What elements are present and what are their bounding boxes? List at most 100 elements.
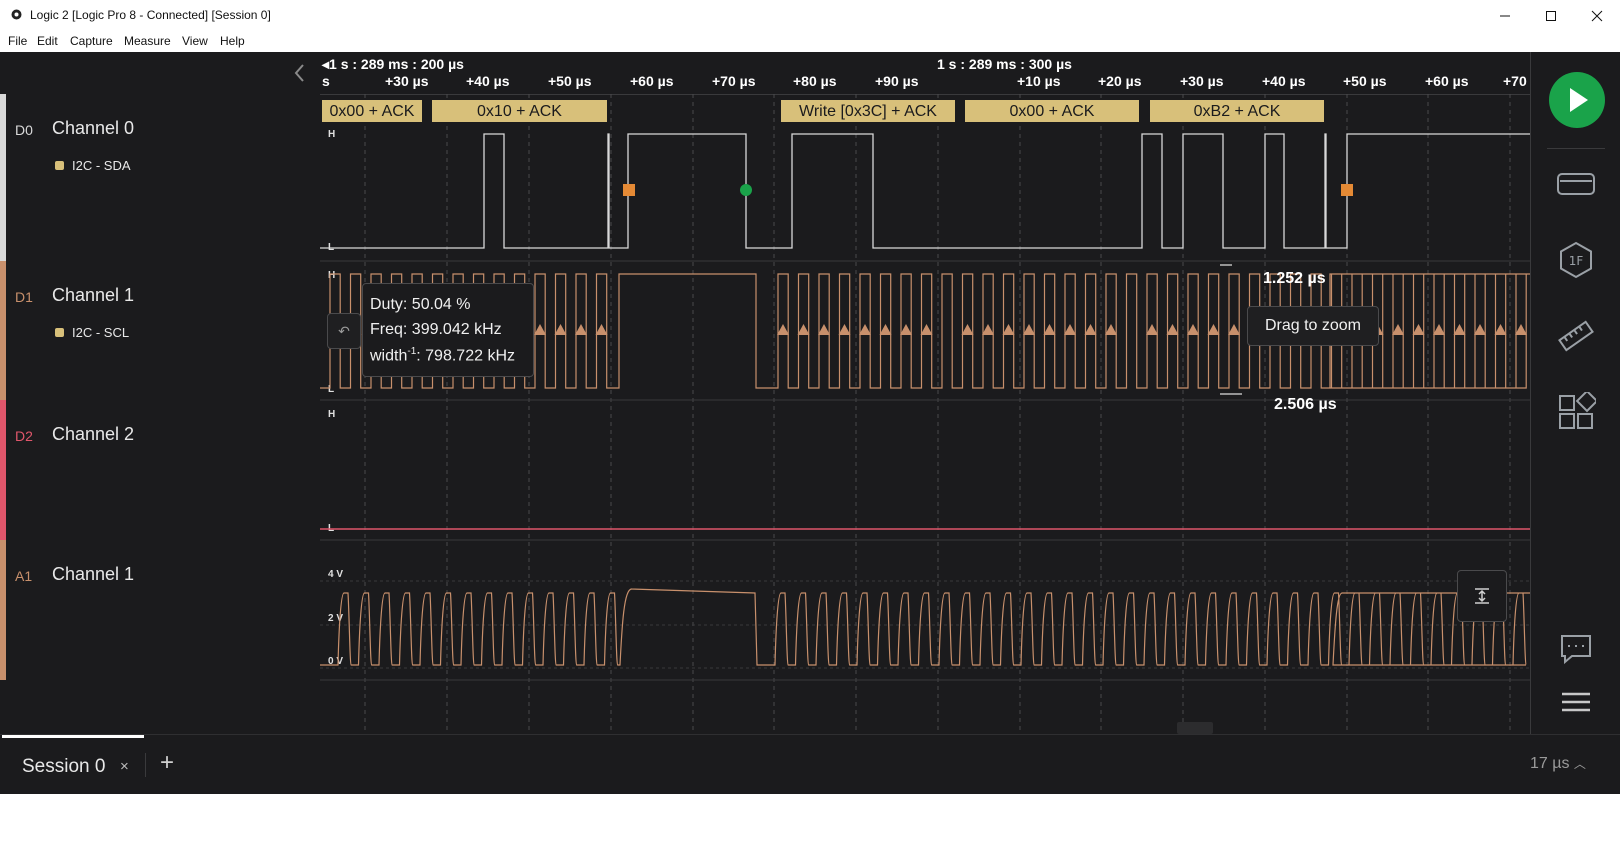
timeline-tick-label: +30 µs: [1180, 73, 1224, 89]
undo-icon: ↶: [338, 322, 350, 339]
i2c-stop-marker: [623, 184, 635, 196]
channel-name[interactable]: Channel 1: [52, 285, 134, 306]
window-title: Logic 2 [Logic Pro 8 - Connected] [Sessi…: [30, 8, 271, 22]
analyzer-name: I2C - SDA: [72, 158, 131, 173]
clock-edge-marker: [1064, 324, 1076, 335]
hamburger-menu-icon[interactable]: [1556, 682, 1596, 722]
clock-edge-marker: [982, 324, 994, 335]
timeline-tick-label: +90 µs: [875, 73, 919, 89]
clock-edge-marker: [818, 324, 830, 335]
timeline-ruler[interactable]: ◂1 s : 289 ms : 200 µs 1 s : 289 ms : 300…: [0, 52, 1530, 95]
channel-row-d1[interactable]: D1 Channel 1 I2C - SCL: [0, 261, 320, 401]
clock-edge-marker: [575, 324, 587, 335]
channel-color-bar: [0, 261, 6, 400]
clock-edge-marker: [797, 324, 810, 335]
timeline-tick-label: +70 µs: [712, 73, 756, 89]
menu-view[interactable]: View: [182, 34, 208, 48]
tooltip-freq: Freq: 399.042 kHz: [370, 321, 502, 338]
menu-file[interactable]: File: [8, 34, 27, 48]
zoom-level[interactable]: 17 µs ︿: [1530, 755, 1586, 773]
period-measurement: 2.506 µs: [1274, 396, 1337, 413]
analyzers-icon[interactable]: 1F: [1556, 240, 1596, 280]
menu-help[interactable]: Help: [220, 34, 245, 48]
level-label: H: [328, 270, 335, 281]
start-capture-button[interactable]: [1549, 72, 1605, 128]
channel-name[interactable]: Channel 2: [52, 424, 134, 445]
tab-divider: [145, 753, 146, 777]
channel-name[interactable]: Channel 0: [52, 118, 134, 139]
session-tab-label: Session 0: [22, 756, 106, 777]
maximize-button[interactable]: [1528, 0, 1574, 31]
feedback-chat-icon[interactable]: [1556, 628, 1596, 668]
channel-name[interactable]: Channel 1: [52, 564, 134, 585]
chevron-up-icon: ︿: [1573, 757, 1586, 771]
session-tab[interactable]: Session 0 ×: [2, 735, 144, 794]
channel-row-d0[interactable]: D0 Channel 0 I2C - SDA: [0, 94, 320, 262]
right-sidebar: 1F: [1530, 52, 1620, 734]
tooltip-width-value: : 798.722 kHz: [416, 347, 515, 365]
clock-edge-marker: [1392, 324, 1404, 335]
measurement-ruler-icon[interactable]: [1556, 316, 1596, 356]
add-session-button[interactable]: +: [160, 749, 174, 777]
menu-capture[interactable]: Capture: [70, 34, 113, 48]
channel-tag: D2: [15, 428, 33, 444]
waveform-canvas[interactable]: HLHLHL4 V2 V0 V0x00 + ACK0x10 + ACKWrite…: [320, 94, 1530, 734]
clock-edge-marker: [1043, 324, 1056, 335]
channel-row-a1[interactable]: A1 Channel 1: [0, 540, 320, 681]
i2c-frame-label: 0x00 + ACK: [1010, 103, 1095, 120]
minimize-button[interactable]: [1482, 0, 1528, 31]
timeline-tick-label: +50 µs: [1343, 73, 1387, 89]
close-window-button[interactable]: [1574, 0, 1620, 31]
analyzer-label[interactable]: I2C - SCL: [55, 325, 129, 340]
clock-edge-marker: [777, 324, 789, 335]
clock-edge-marker: [920, 324, 933, 335]
clock-edge-marker: [1187, 324, 1199, 335]
undo-button[interactable]: ↶: [327, 313, 361, 349]
analog-waveform: [320, 588, 1530, 666]
channel-color-bar: [0, 400, 6, 540]
clock-edge-marker: [1228, 324, 1240, 335]
ruler-labels: ◂1 s : 289 ms : 200 µs 1 s : 289 ms : 300…: [321, 56, 1527, 89]
device-icon[interactable]: [1556, 164, 1596, 204]
analyzer-swatch: [55, 161, 64, 170]
logic2-app: Logic 2 [Logic Pro 8 - Connected] [Sessi…: [0, 0, 1620, 794]
tooltip-width-sup: -1: [407, 346, 417, 357]
i2c-frame-label: 0x10 + ACK: [477, 103, 562, 120]
horizontal-scrollbar[interactable]: [1177, 722, 1213, 734]
close-session-icon[interactable]: ×: [120, 758, 129, 775]
timeline-tick-label: +40 µs: [466, 73, 510, 89]
timeline-group-label: 1 s : 289 ms : 300 µs: [937, 56, 1072, 72]
drag-to-zoom-hint: Drag to zoom: [1247, 306, 1379, 346]
autoscale-button[interactable]: [1457, 570, 1507, 622]
chevron-left-icon[interactable]: [293, 63, 307, 83]
menu-measure[interactable]: Measure: [124, 34, 171, 48]
level-label: H: [328, 129, 335, 140]
analyzer-label[interactable]: I2C - SDA: [55, 158, 131, 173]
clock-edge-marker: [900, 324, 912, 335]
menu-bar: File Edit Capture Measure View Help: [0, 31, 1620, 53]
clock-edge-marker: [859, 324, 871, 335]
channel-tag: D0: [15, 122, 33, 138]
timeline-tick-label: +80 µs: [793, 73, 837, 89]
timeline-tick-label: +10 µs: [1017, 73, 1061, 89]
menu-edit[interactable]: Edit: [37, 34, 58, 48]
i2c-frame-label: 0x00 + ACK: [330, 103, 415, 120]
i2c-frame-label: 0xB2 + ACK: [1194, 103, 1281, 120]
clock-edge-marker: [1433, 324, 1445, 335]
timeline-tick-label: s: [322, 73, 330, 89]
tooltip-width-prefix: width: [370, 347, 408, 365]
clock-edge-marker: [1494, 324, 1507, 335]
timeline-tick-label: +60 µs: [630, 73, 674, 89]
maximize-icon: [1546, 10, 1556, 21]
clock-edge-marker: [1207, 324, 1220, 335]
timeline-tick-label: +30 µs: [385, 73, 429, 89]
clock-edge-marker: [838, 324, 851, 335]
waveform-area[interactable]: HLHLHL4 V2 V0 V0x00 + ACK0x10 + ACKWrite…: [320, 94, 1530, 734]
session-bar: Session 0 × + 17 µs ︿: [0, 734, 1620, 794]
clock-edge-marker: [1166, 324, 1179, 335]
timeline-tick-label: +60 µs: [1425, 73, 1469, 89]
timeline-tick-label: +70: [1503, 73, 1527, 89]
extensions-icon[interactable]: [1556, 392, 1596, 432]
channel-row-d2[interactable]: D2 Channel 2: [0, 400, 320, 541]
settings-gear-icon: [11, 9, 22, 20]
